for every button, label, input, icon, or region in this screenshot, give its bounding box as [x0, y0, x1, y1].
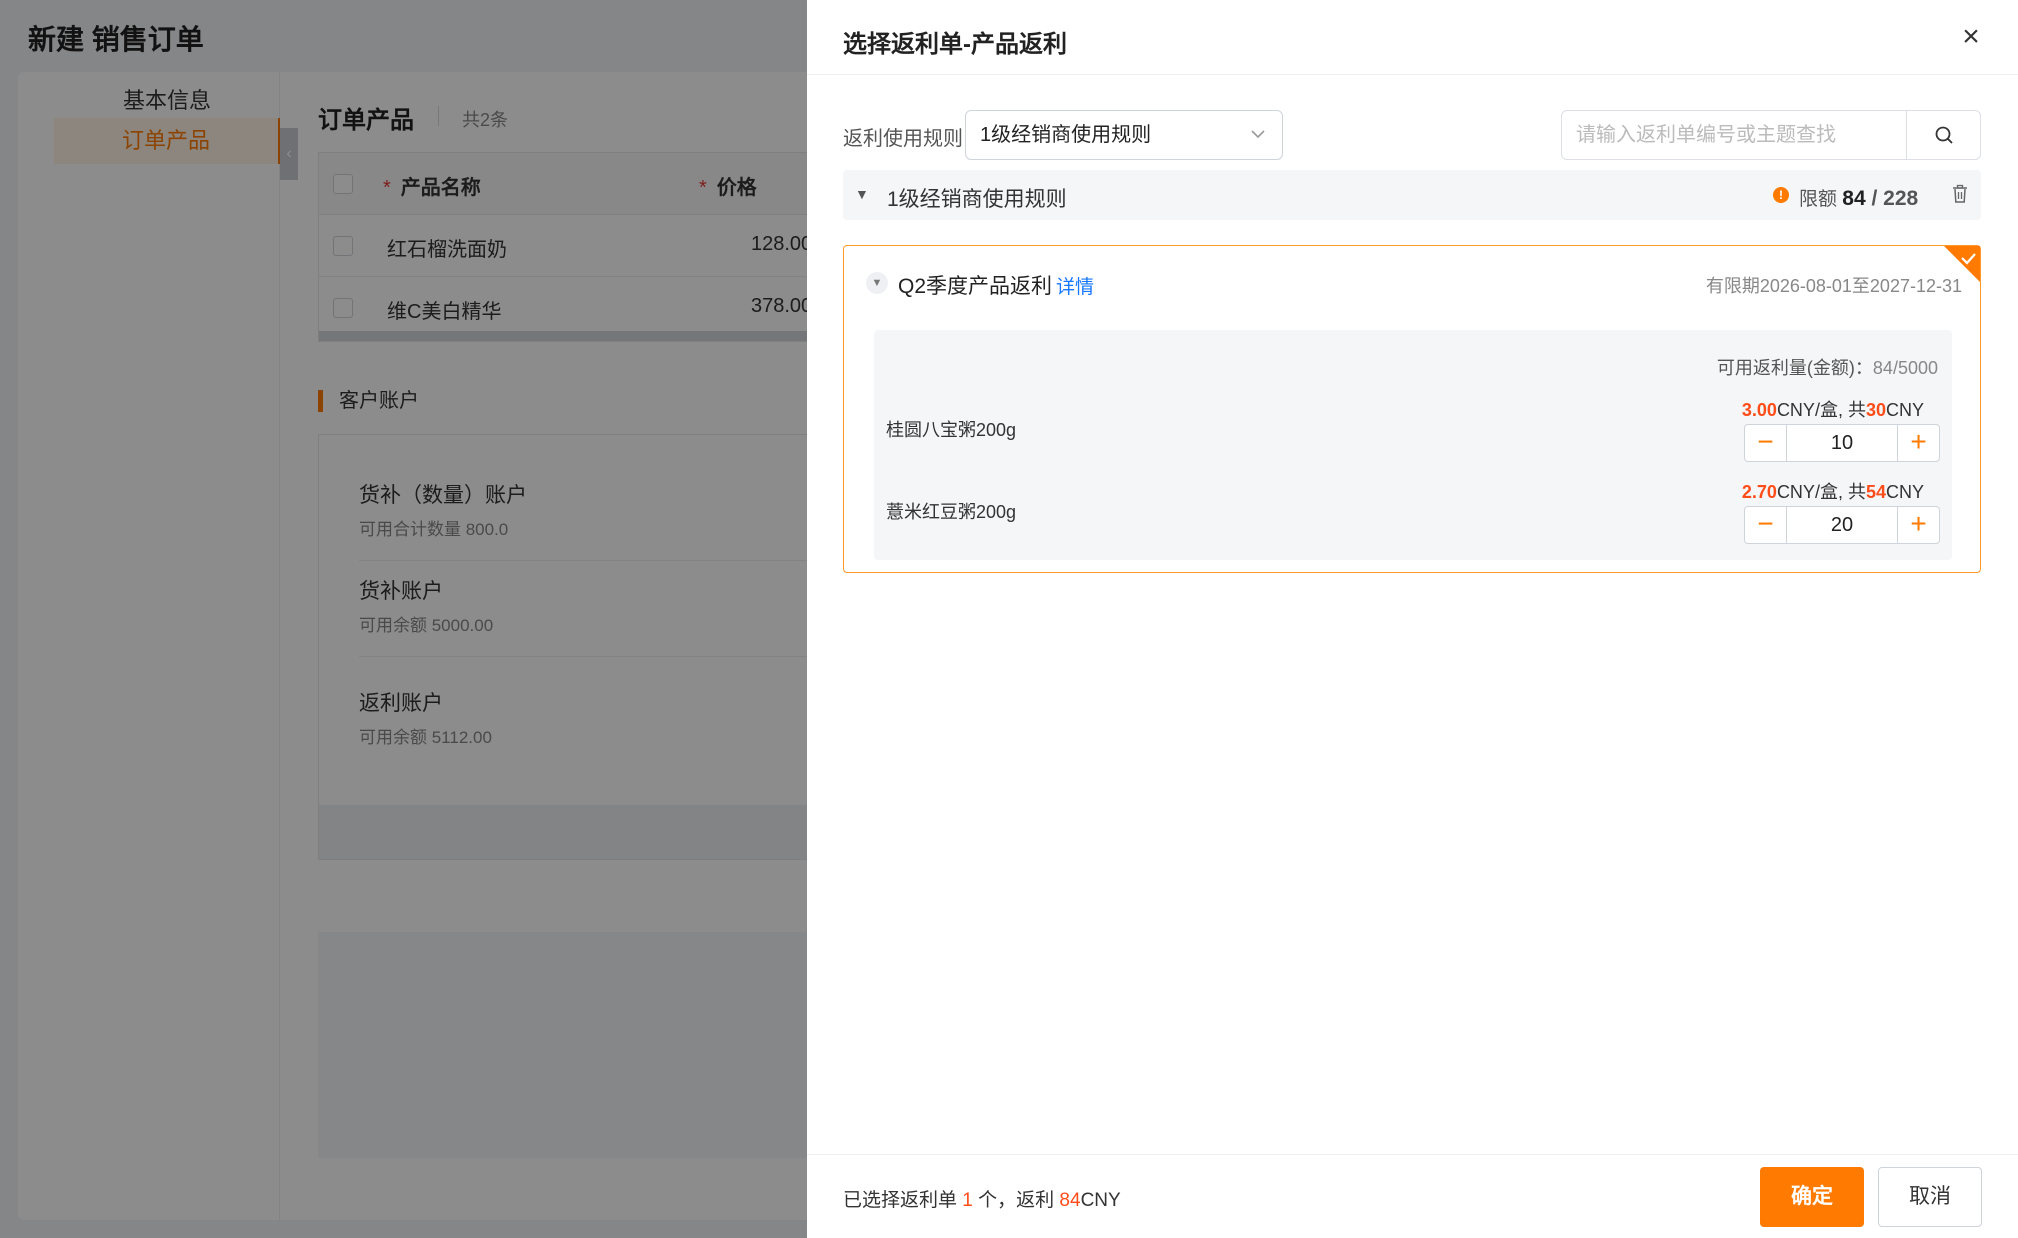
rebate-validity: 有限期2026-08-01至2027-12-31 — [1705, 276, 1962, 296]
quantity-stepper: − + — [1744, 424, 1940, 462]
rebate-card-selected[interactable]: ▼ Q2季度产品返利 详情 有限期2026-08-01至2027-12-31 可用… — [843, 245, 1981, 573]
quantity-input[interactable] — [1787, 425, 1897, 461]
minus-icon: − — [1757, 426, 1774, 457]
rebate-items: 可用返利量(金额)：84/5000 桂圆八宝粥200g 3.00CNY/盒, 共… — [874, 330, 1952, 560]
unit-text: CNY/盒, 共 — [1776, 400, 1866, 420]
decrement-button[interactable]: − — [1745, 425, 1787, 461]
rebate-item-name: 桂圆八宝粥200g — [886, 420, 1017, 440]
selected-count: 1 — [962, 1190, 973, 1211]
currency: CNY — [1885, 482, 1924, 502]
minus-icon: − — [1757, 508, 1774, 539]
quantity-input[interactable] — [1787, 507, 1897, 543]
cancel-button[interactable]: 取消 — [1878, 1167, 1982, 1227]
available-label: 可用返利量(金额)： — [1716, 358, 1873, 378]
confirm-button[interactable]: 确定 — [1760, 1167, 1864, 1227]
warning-icon: ! — [1773, 187, 1789, 203]
rule-label: 返利使用规则 — [843, 128, 963, 150]
unit-text: CNY/盒, 共 — [1776, 482, 1866, 502]
unit-price: 2.70 — [1741, 482, 1777, 502]
increment-button[interactable]: + — [1897, 425, 1939, 461]
detail-link[interactable]: 详情 — [1056, 277, 1094, 298]
unit-price: 3.00 — [1741, 400, 1777, 420]
trash-icon — [1953, 184, 1967, 203]
selection-summary: 已选择返利单 1 个，返利 84CNY — [843, 1185, 1121, 1212]
summary-middle: 个，返利 — [972, 1190, 1060, 1211]
available-value: 84/5000 — [1872, 358, 1938, 378]
summary-currency: CNY — [1080, 1190, 1121, 1211]
rebate-amount: 84 — [1059, 1190, 1081, 1211]
rule-group-name: 1级经销商使用规则 — [887, 188, 1067, 211]
rebate-item-price: 3.00CNY/盒, 共30CNY — [1742, 396, 1924, 422]
quota-label: 限额 — [1799, 189, 1838, 210]
rebate-item-name: 薏米红豆粥200g — [886, 502, 1017, 522]
caret-down-icon[interactable]: ▼ — [866, 272, 888, 294]
close-button[interactable]: × — [1954, 20, 1988, 54]
search-box — [1561, 110, 1981, 160]
rule-select-value: 1级经销商使用规则 — [980, 124, 1152, 146]
quota-total: 228 — [1883, 187, 1919, 210]
search-input[interactable] — [1562, 111, 1906, 159]
drawer-footer: 已选择返利单 1 个，返利 84CNY 确定 取消 — [807, 1154, 2018, 1238]
rule-group-header[interactable]: ▼ 1级经销商使用规则 ! 限额 84 / 228 — [843, 170, 1981, 220]
rebate-title-text: Q2季度产品返利 — [898, 275, 1053, 298]
item-total: 54 — [1865, 482, 1886, 502]
available-amount: 可用返利量(金额)：84/5000 — [1717, 354, 1938, 380]
close-icon: × — [1962, 20, 1980, 53]
rebate-title: Q2季度产品返利 详情 — [898, 270, 1094, 300]
plus-icon: + — [1910, 508, 1927, 539]
chevron-down-icon — [1250, 111, 1266, 179]
quota-separator: / — [1865, 187, 1884, 210]
drawer-title: 选择返利单-产品返利 — [843, 31, 1067, 58]
decrement-button[interactable]: − — [1745, 507, 1787, 543]
quota-info: 限额 84 / 228 — [1799, 184, 1918, 211]
currency: CNY — [1885, 400, 1924, 420]
summary-prefix: 已选择返利单 — [843, 1190, 963, 1211]
rebate-item-price: 2.70CNY/盒, 共54CNY — [1742, 478, 1924, 504]
search-button[interactable] — [1906, 111, 1980, 159]
item-total: 30 — [1865, 400, 1886, 420]
plus-icon: + — [1910, 426, 1927, 457]
caret-down-icon[interactable]: ▼ — [855, 186, 869, 202]
drawer-header: 选择返利单-产品返利 × — [807, 0, 2018, 75]
quota-used: 84 — [1842, 187, 1866, 210]
search-icon — [1935, 126, 1953, 144]
quantity-stepper: − + — [1744, 506, 1940, 544]
rebate-select-drawer: 选择返利单-产品返利 × 返利使用规则 1级经销商使用规则 ▼ 1级经销商使用规… — [807, 0, 2018, 1238]
delete-button[interactable] — [1951, 184, 1969, 209]
rule-select[interactable]: 1级经销商使用规则 — [965, 110, 1283, 160]
increment-button[interactable]: + — [1897, 507, 1939, 543]
